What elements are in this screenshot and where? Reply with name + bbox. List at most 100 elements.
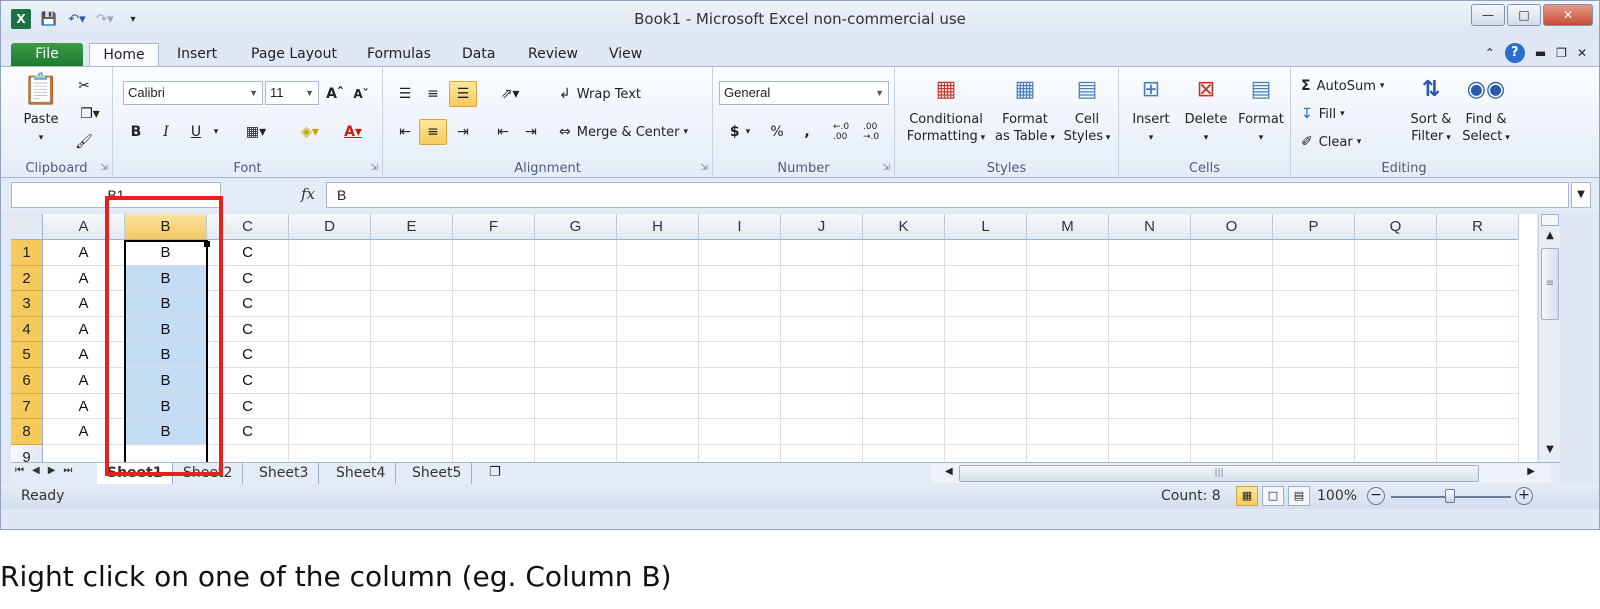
row-header-9[interactable]: 9	[11, 444, 43, 462]
name-box[interactable]: B1	[11, 182, 221, 208]
cell-k9[interactable]	[863, 444, 945, 462]
cell-p9[interactable]	[1273, 444, 1355, 462]
cell-g2[interactable]	[535, 265, 617, 292]
cell-d8[interactable]	[289, 419, 371, 445]
cell-j6[interactable]	[781, 368, 863, 394]
cell-n3[interactable]	[1109, 291, 1191, 317]
cell-p8[interactable]	[1273, 419, 1355, 445]
cell-g7[interactable]	[535, 393, 617, 420]
align-center-icon[interactable]: ≡	[419, 119, 447, 145]
decrease-decimal-button[interactable]: .00 →.0	[863, 119, 889, 145]
formula-input[interactable]: B	[326, 182, 1569, 208]
cell-l7[interactable]	[945, 393, 1027, 420]
find-select-button[interactable]: ◉◉ Find & Select ▾	[1457, 71, 1515, 147]
clear-button[interactable]: ✐ Clear ▾	[1301, 129, 1381, 155]
cell-h6[interactable]	[617, 368, 699, 394]
maximize-button[interactable]: □	[1507, 4, 1541, 26]
cell-r8[interactable]	[1437, 419, 1519, 445]
clipboard-launcher-icon[interactable]: ⇲	[100, 163, 108, 173]
cell-k4[interactable]	[863, 316, 945, 343]
fill-color-icon[interactable]: ◈▾	[293, 119, 327, 145]
cell-e2[interactable]	[371, 265, 453, 292]
column-header-l[interactable]: L	[945, 214, 1027, 240]
cell-b9[interactable]	[125, 444, 207, 462]
cell-p7[interactable]	[1273, 393, 1355, 420]
cell-n5[interactable]	[1109, 342, 1191, 368]
tab-review[interactable]: Review	[518, 43, 588, 67]
cell-d6[interactable]	[289, 368, 371, 394]
cell-j8[interactable]	[781, 419, 863, 445]
font-color-icon[interactable]: A▾	[335, 119, 371, 145]
cell-q2[interactable]	[1355, 265, 1437, 292]
column-header-j[interactable]: J	[781, 214, 863, 240]
number-launcher-icon[interactable]: ⇲	[882, 163, 890, 173]
cell-c9[interactable]	[207, 444, 289, 462]
column-header-g[interactable]: G	[535, 214, 617, 240]
tab-insert[interactable]: Insert	[167, 43, 227, 67]
cell-c2[interactable]: C	[207, 265, 289, 292]
cell-h5[interactable]	[617, 342, 699, 368]
cell-q7[interactable]	[1355, 393, 1437, 420]
tab-page-layout[interactable]: Page Layout	[241, 43, 347, 67]
cell-o9[interactable]	[1191, 444, 1273, 462]
bold-button[interactable]: B	[125, 119, 147, 145]
scroll-down-icon[interactable]: ▼	[1541, 444, 1559, 460]
cell-d4[interactable]	[289, 316, 371, 343]
tab-view[interactable]: View	[599, 43, 652, 67]
cell-l5[interactable]	[945, 342, 1027, 368]
cell-b1[interactable]: B	[125, 240, 207, 266]
row-header-6[interactable]: 6	[11, 368, 43, 394]
cell-n1[interactable]	[1109, 240, 1191, 266]
cell-r9[interactable]	[1437, 444, 1519, 462]
page-break-view-icon[interactable]: ▤	[1288, 486, 1310, 506]
zoom-out-icon[interactable]: −	[1367, 487, 1385, 505]
column-header-r[interactable]: R	[1437, 214, 1519, 240]
sheet-tab-1[interactable]: Sheet1	[97, 463, 174, 484]
cell-p2[interactable]	[1273, 265, 1355, 292]
cell-i7[interactable]	[699, 393, 781, 420]
cell-h8[interactable]	[617, 419, 699, 445]
sort-filter-button[interactable]: ⇅ Sort & Filter ▾	[1403, 71, 1459, 147]
column-header-c[interactable]: C	[207, 214, 289, 240]
format-as-table-button[interactable]: ▦ Format as Table ▾	[993, 71, 1057, 147]
column-header-h[interactable]: H	[617, 214, 699, 240]
sheet-tab-3[interactable]: Sheet3	[249, 463, 320, 484]
cell-d3[interactable]	[289, 291, 371, 317]
cell-c1[interactable]: C	[207, 240, 289, 266]
insert-cells-button[interactable]: ⊞ Insert ▾	[1125, 71, 1177, 147]
cell-c4[interactable]: C	[207, 316, 289, 343]
cell-b6[interactable]: B	[125, 368, 207, 394]
cell-m8[interactable]	[1027, 419, 1109, 445]
row-header-8[interactable]: 8	[11, 419, 43, 445]
column-header-a[interactable]: A	[43, 214, 125, 240]
format-cells-button[interactable]: ▤ Format ▾	[1233, 71, 1289, 147]
format-painter-icon[interactable]: 🖌	[73, 129, 95, 155]
vertical-scrollbar[interactable]: ▲ ≡ ▼	[1538, 214, 1560, 462]
minimize-ribbon-icon[interactable]: ⌃	[1485, 46, 1495, 60]
cell-q6[interactable]	[1355, 368, 1437, 394]
cell-p4[interactable]	[1273, 316, 1355, 343]
borders-icon[interactable]: ▦▾	[239, 119, 273, 145]
cell-l8[interactable]	[945, 419, 1027, 445]
column-header-q[interactable]: Q	[1355, 214, 1437, 240]
help-icon[interactable]: ?	[1504, 43, 1525, 63]
percent-button[interactable]: %	[765, 119, 789, 145]
cell-b7[interactable]: B	[125, 393, 207, 420]
cell-o3[interactable]	[1191, 291, 1273, 317]
cell-n4[interactable]	[1109, 316, 1191, 343]
cell-n9[interactable]	[1109, 444, 1191, 462]
cell-j2[interactable]	[781, 265, 863, 292]
workbook-minimize-icon[interactable]: ▬	[1535, 46, 1546, 60]
cell-a7[interactable]: A	[43, 393, 125, 420]
column-header-m[interactable]: M	[1027, 214, 1109, 240]
cell-g9[interactable]	[535, 444, 617, 462]
cell-o1[interactable]	[1191, 240, 1273, 266]
workbook-close-icon[interactable]: ✕	[1577, 46, 1587, 60]
cell-r6[interactable]	[1437, 368, 1519, 394]
decrease-indent-icon[interactable]: ⇤	[491, 119, 515, 145]
first-sheet-icon[interactable]: ⏮	[15, 465, 24, 476]
cell-e8[interactable]	[371, 419, 453, 445]
cell-d7[interactable]	[289, 393, 371, 420]
cell-l2[interactable]	[945, 265, 1027, 292]
copy-icon[interactable]: ❐▾	[73, 101, 107, 127]
